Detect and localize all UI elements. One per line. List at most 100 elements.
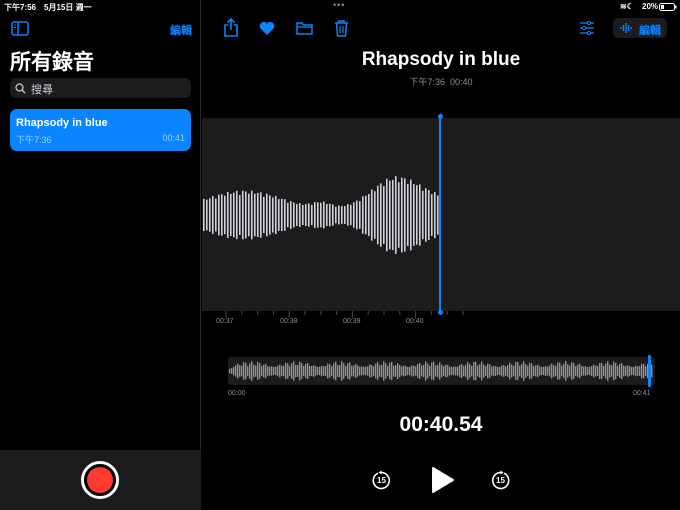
- waveform-bar: [269, 195, 271, 235]
- waveform-bar: [359, 201, 361, 229]
- waveform-bar: [323, 201, 325, 229]
- overview-bar: [453, 366, 455, 376]
- record-button[interactable]: [81, 461, 119, 499]
- overview-bar: [449, 366, 451, 376]
- overview-bar: [535, 365, 537, 377]
- waveform-bar: [251, 190, 253, 240]
- waveform-bar: [212, 196, 214, 234]
- overview-bar: [409, 366, 411, 376]
- waveform-bar: [272, 197, 274, 233]
- waveform-bar: [224, 195, 226, 235]
- overview-bar: [599, 362, 601, 380]
- skip-forward-button[interactable]: 15: [490, 470, 511, 491]
- waveform-icon: [620, 23, 632, 33]
- overview-bar: [279, 364, 281, 378]
- waveform-bar: [416, 185, 418, 245]
- overview-bar: [415, 366, 417, 376]
- waveform-bar: [215, 198, 217, 232]
- overview-bar: [313, 365, 315, 377]
- waveform-detail[interactable]: [202, 118, 680, 311]
- overview-bar: [431, 362, 433, 380]
- settings-sliders-icon[interactable]: [579, 21, 595, 35]
- overview-bar: [373, 366, 375, 376]
- tick-label: 00:40: [406, 318, 424, 325]
- overview-bar: [383, 361, 385, 381]
- overview-bar: [359, 366, 361, 376]
- play-button[interactable]: [431, 466, 455, 494]
- status-date: 5月15日 週一: [44, 3, 92, 12]
- waveform-bar: [395, 176, 397, 254]
- overview-bar: [261, 366, 263, 376]
- overview-bar: [463, 365, 465, 377]
- overview-bar: [403, 365, 405, 377]
- overview-bar: [367, 366, 369, 376]
- overview-bar: [443, 366, 445, 376]
- overview-bar: [645, 366, 647, 376]
- overview-bar: [447, 365, 449, 377]
- waveform-bar: [305, 204, 307, 226]
- waveform-bar: [425, 188, 427, 242]
- overview-bar: [377, 362, 379, 380]
- overview-bar: [537, 364, 539, 378]
- overview-bar: [241, 365, 243, 377]
- multitask-dots-icon[interactable]: •••: [333, 0, 345, 10]
- waveform-bar: [245, 191, 247, 239]
- overview-bar: [423, 364, 425, 378]
- search-input[interactable]: 搜尋: [10, 78, 191, 98]
- edit-recording-button[interactable]: 編輯: [613, 18, 667, 38]
- waveform-bar: [308, 203, 310, 227]
- waveform-bar: [311, 204, 313, 226]
- overview-playhead[interactable]: [648, 355, 652, 387]
- overview-bar: [339, 364, 341, 378]
- recording-list-item[interactable]: Rhapsody in blue 下午7:36 00:41: [10, 109, 191, 151]
- overview-bar: [525, 364, 527, 378]
- overview-bar: [629, 366, 631, 376]
- overview-bar: [491, 366, 493, 376]
- skip-forward-label: 15: [496, 476, 505, 485]
- share-icon[interactable]: [223, 18, 239, 37]
- overview-bar: [633, 366, 635, 376]
- overview-bar: [283, 365, 285, 377]
- overview-bar: [555, 365, 557, 377]
- waveform-bar: [392, 179, 394, 251]
- overview-bar: [249, 363, 251, 379]
- waveform-bar: [203, 198, 205, 232]
- waveform-bar: [296, 204, 298, 226]
- overview-bar: [315, 366, 317, 376]
- waveform-bar: [290, 201, 292, 229]
- recording-title-heading[interactable]: Rhapsody in blue: [202, 49, 680, 71]
- overview-bar: [627, 365, 629, 377]
- skip-back-button[interactable]: 15: [371, 470, 392, 491]
- waveform-bar: [389, 180, 391, 250]
- overview-bar: [605, 363, 607, 379]
- overview-bar: [301, 363, 303, 379]
- playhead[interactable]: [437, 114, 443, 315]
- folder-icon[interactable]: [296, 21, 313, 35]
- overview-bar: [511, 364, 513, 378]
- overview-bar: [501, 365, 503, 377]
- overview-bar: [445, 364, 447, 378]
- overview-bar: [559, 362, 561, 380]
- overview-bar: [553, 365, 555, 377]
- overview-bar: [471, 365, 473, 377]
- waveform-bar: [299, 203, 301, 227]
- edit-label: 編輯: [639, 25, 661, 37]
- overview-bar: [533, 366, 535, 376]
- overview-scrubber[interactable]: [228, 357, 655, 385]
- waveform-bar: [338, 205, 340, 225]
- sidebar-edit-button[interactable]: 編輯: [170, 22, 192, 38]
- overview-bar: [417, 364, 419, 378]
- overview-bar: [527, 365, 529, 377]
- heart-icon[interactable]: [259, 21, 275, 35]
- overview-bar: [619, 364, 621, 378]
- overview-bar: [609, 364, 611, 378]
- overview-bar: [489, 364, 491, 378]
- waveform-bar: [284, 199, 286, 231]
- waveform-bar: [326, 203, 328, 227]
- overview-bar: [523, 361, 525, 381]
- waveform-bar: [233, 192, 235, 238]
- overview-bar: [399, 364, 401, 378]
- sidebar-toggle-icon[interactable]: [11, 21, 29, 36]
- overview-bar: [541, 366, 543, 376]
- trash-icon[interactable]: [334, 19, 349, 37]
